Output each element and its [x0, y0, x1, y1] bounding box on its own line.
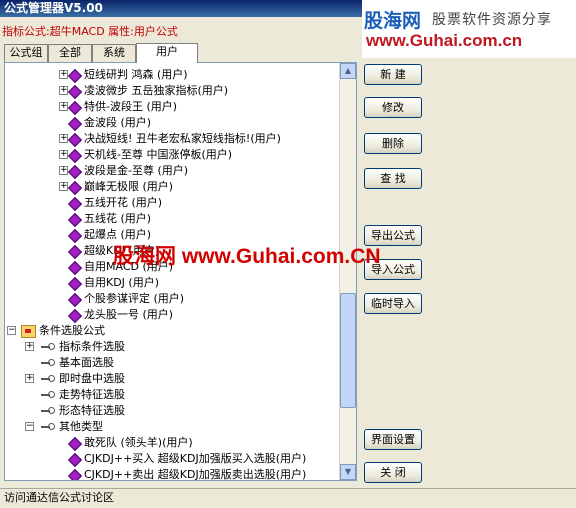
expand-icon[interactable]: +: [59, 102, 68, 111]
tree-item-label: 金波段 (用户): [84, 116, 152, 129]
site-banner: 股海网 股票软件资源分享 www.Guhai.com.cn: [362, 0, 576, 58]
tree-item-label: 凌波微步 五岳独家指标(用户): [84, 84, 229, 97]
formula-info: 指标公式:超牛MACD 属性:用户公式: [2, 25, 178, 38]
formula-icon: [67, 308, 83, 324]
tree-item-label: 五线花 (用户): [84, 212, 152, 225]
delete-button[interactable]: 删除: [364, 133, 422, 154]
formula-icon: [67, 68, 83, 84]
tab-user[interactable]: 用户: [136, 43, 198, 63]
tree-item-label: 特供-波段王 (用户): [84, 100, 178, 113]
tab-all[interactable]: 全部: [48, 44, 92, 62]
tree-item-label: 敢死队 (领头羊)(用户): [84, 436, 193, 449]
ui-settings-button[interactable]: 界面设置: [364, 429, 422, 450]
expand-icon[interactable]: +: [59, 182, 68, 191]
import-formula-button[interactable]: 导入公式: [364, 259, 422, 280]
export-formula-button[interactable]: 导出公式: [364, 225, 422, 246]
expand-icon[interactable]: +: [59, 134, 68, 143]
formula-icon: [67, 196, 83, 212]
tree-scrollbar[interactable]: ▲ ▼: [339, 63, 356, 480]
tree-item-label: 起爆点 (用户): [84, 228, 152, 241]
formula-icon: [67, 84, 83, 100]
scroll-thumb[interactable]: [340, 293, 356, 408]
tree-item-label: 自用KDJ (用户): [84, 276, 160, 289]
tree-item-label: 条件选股公式: [39, 324, 105, 337]
status-bar[interactable]: 访问通达信公式讨论区: [0, 488, 576, 508]
tree-item-label: 基本面选股: [59, 356, 114, 369]
tree-item-label: 指标条件选股: [59, 340, 125, 353]
formula-icon: [67, 244, 83, 260]
formula-icon: [67, 436, 83, 452]
collapse-icon[interactable]: −: [7, 326, 16, 335]
key-icon: [41, 359, 55, 367]
formula-icon: [67, 132, 83, 148]
modify-button[interactable]: 修改: [364, 97, 422, 118]
tree-item-label: 五线开花 (用户): [84, 196, 163, 209]
formula-icon: [67, 452, 83, 468]
banner-url: www.Guhai.com.cn: [366, 31, 523, 50]
expand-icon[interactable]: +: [25, 342, 34, 351]
key-icon: [41, 391, 55, 399]
tree-item-label: 自用MACD (用户): [84, 260, 174, 273]
formula-icon: [67, 148, 83, 164]
tab-system[interactable]: 系统: [92, 44, 136, 62]
close-button[interactable]: 关 闭: [364, 462, 422, 483]
formula-icon: [67, 180, 83, 196]
collapse-icon[interactable]: −: [25, 422, 34, 431]
key-icon: [41, 343, 55, 351]
tree-item-label: 短线研判 鸿森 (用户): [84, 68, 188, 81]
tree-item-label: CJKDJ++卖出 超级KDJ加强版卖出选股(用户): [84, 468, 307, 481]
temp-import-button[interactable]: 临时导入: [364, 293, 422, 314]
expand-icon[interactable]: +: [59, 70, 68, 79]
tree-item-label: 其他类型: [59, 420, 103, 433]
scroll-down-icon[interactable]: ▼: [340, 464, 356, 480]
formula-icon: [67, 212, 83, 228]
tree-item-label: CJKDJ++买入 超级KDJ加强版买入选股(用户): [84, 452, 307, 465]
tree-item-label: 个股参谋评定 (用户): [84, 292, 185, 305]
key-icon: [41, 375, 55, 383]
folder-icon: [21, 325, 36, 338]
new-button[interactable]: 新 建: [364, 64, 422, 85]
formula-icon: [67, 276, 83, 292]
banner-brand: 股海网: [364, 11, 422, 32]
formula-icon: [67, 116, 83, 132]
expand-icon[interactable]: +: [59, 166, 68, 175]
find-button[interactable]: 查 找: [364, 168, 422, 189]
expand-icon[interactable]: +: [59, 86, 68, 95]
key-icon: [41, 407, 55, 415]
scroll-up-icon[interactable]: ▲: [340, 63, 356, 79]
tree-item-label: 波段是金-至尊 (用户): [84, 164, 189, 177]
expand-icon[interactable]: +: [25, 374, 34, 383]
tree-item-label: 形态特征选股: [59, 404, 125, 417]
tree-item-label: 走势特征选股: [59, 388, 125, 401]
window-title: 公式管理器V5.00: [0, 0, 362, 17]
tree-item-label: 决战短线! 丑牛老宏私家短线指标!(用户): [84, 132, 281, 145]
formula-tree[interactable]: CJKDJ++卖出 超级KDJ加强版卖出选股(用户) CJKDJ++买入 超级KD…: [4, 62, 357, 481]
formula-icon: [67, 164, 83, 180]
formula-icon: [67, 100, 83, 116]
expand-icon[interactable]: +: [59, 150, 68, 159]
formula-icon: [67, 260, 83, 276]
tree-item-label: 超级KDJ (用户): [84, 244, 160, 257]
tree-item-label: 即时盘中选股: [59, 372, 125, 385]
key-icon: [41, 423, 55, 431]
banner-tagline: 股票软件资源分享: [432, 12, 552, 28]
tree-item-label: 巅峰无极限 (用户): [84, 180, 174, 193]
formula-icon: [67, 292, 83, 308]
tree-item-label: 天机线-至尊 中国涨停板(用户): [84, 148, 233, 161]
tree-item-label: 龙头股一号 (用户): [84, 308, 174, 321]
formula-icon: [67, 468, 83, 480]
formula-icon: [67, 228, 83, 244]
tab-formula-group[interactable]: 公式组: [4, 44, 48, 62]
